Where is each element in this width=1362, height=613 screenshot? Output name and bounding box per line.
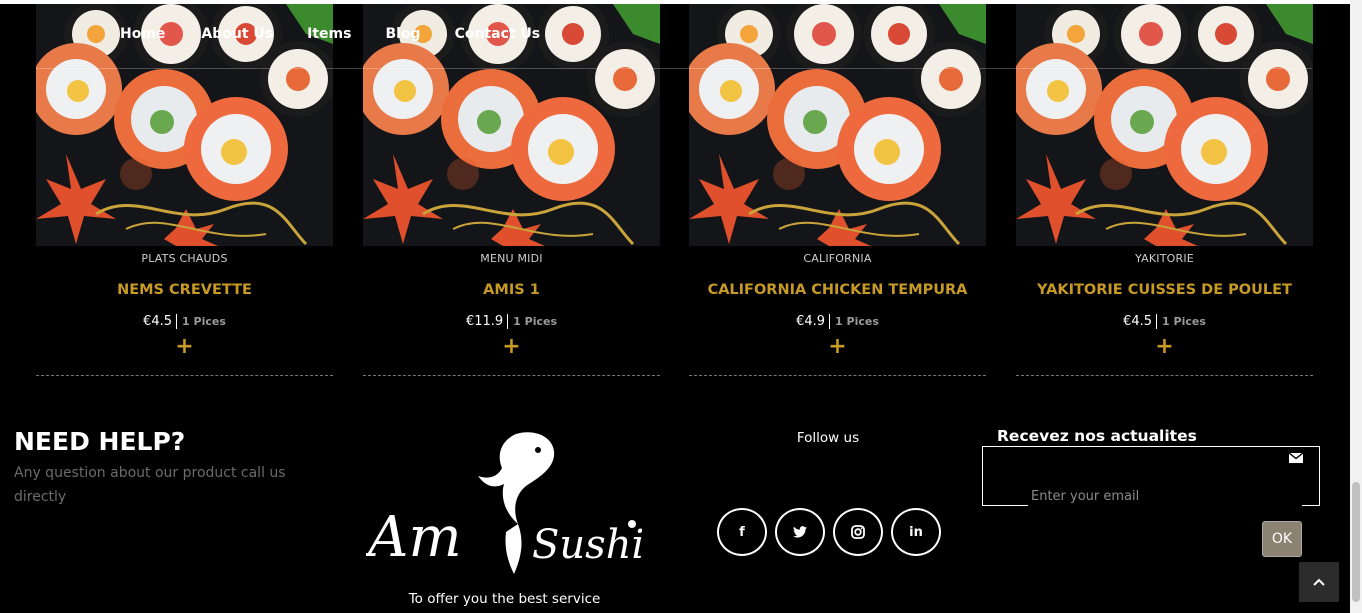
product-price: €11.9	[466, 314, 509, 329]
email-input[interactable]	[1028, 484, 1302, 508]
amis-sushi-logo[interactable]: Am Sushi	[363, 428, 644, 588]
product-image[interactable]	[689, 4, 986, 246]
nav-divider	[36, 68, 1312, 69]
product-pieces: 1 Pices	[513, 315, 558, 328]
help-text: Any question about our product call us d…	[14, 465, 286, 505]
svg-text:Sushi: Sushi	[532, 522, 642, 568]
product-card: CALIFORNIA CALIFORNIA CHICKEN TEMPURA €4…	[689, 4, 986, 378]
svg-text:Am: Am	[366, 505, 462, 570]
tagline: To offer you the best service	[408, 591, 601, 607]
product-name[interactable]: CALIFORNIA CHICKEN TEMPURA	[689, 282, 986, 298]
envelope-icon	[1289, 453, 1303, 463]
price-row: €4.5 1 Pices	[36, 314, 333, 329]
instagram-icon[interactable]	[833, 508, 883, 556]
scrollbar-thumb[interactable]	[1352, 482, 1360, 602]
price-row: €4.9 1 Pices	[689, 314, 986, 329]
page-scrollbar[interactable]	[1350, 0, 1362, 613]
add-to-cart-icon[interactable]: +	[1016, 336, 1313, 358]
add-to-cart-icon[interactable]: +	[689, 336, 986, 358]
card-divider	[363, 375, 660, 376]
product-category: PLATS CHAUDS	[141, 252, 228, 265]
product-category: YAKITORIE	[1135, 252, 1194, 265]
help-title: NEED HELP?	[14, 427, 186, 456]
facebook-icon[interactable]: f	[717, 508, 767, 556]
price-row: €11.9 1 Pices	[363, 314, 660, 329]
nav-blog[interactable]: Blog	[385, 26, 420, 42]
card-divider	[689, 375, 986, 376]
nav-contact-us[interactable]: Contact Us	[455, 26, 541, 42]
card-divider	[36, 375, 333, 376]
product-price: €4.9	[796, 314, 831, 329]
nav-home[interactable]: Home	[120, 26, 165, 42]
product-pieces: 1 Pices	[835, 315, 879, 328]
price-row: €4.5 1 Pices	[1016, 314, 1313, 329]
product-pieces: 1 Pices	[1162, 315, 1206, 328]
newsletter-title: Recevez nos actualites	[997, 427, 1197, 445]
chevron-up-icon	[1313, 578, 1325, 586]
product-category: MENU MIDI	[480, 252, 543, 265]
linkedin-icon[interactable]: in	[891, 508, 941, 556]
twitter-icon[interactable]	[775, 508, 825, 556]
add-to-cart-icon[interactable]: +	[363, 336, 660, 358]
back-to-top-button[interactable]	[1299, 562, 1339, 602]
nav-about-us[interactable]: About Us	[201, 26, 273, 42]
nav-items[interactable]: Items	[307, 26, 351, 42]
main-nav: Home About Us Items Blog Contact Us	[120, 26, 576, 42]
subscribe-button[interactable]: OK	[1262, 521, 1302, 557]
add-to-cart-icon[interactable]: +	[36, 336, 333, 358]
product-name[interactable]: NEMS CREVETTE	[36, 282, 333, 298]
follow-us-label: Follow us	[796, 430, 860, 446]
product-card: YAKITORIE YAKITORIE CUISSES DE POULET €4…	[1016, 4, 1313, 378]
product-image[interactable]	[1016, 4, 1313, 246]
product-price: €4.5	[1123, 314, 1158, 329]
product-category: CALIFORNIA	[803, 252, 872, 265]
card-divider	[1016, 375, 1313, 376]
social-links: f in	[717, 508, 941, 556]
product-card: MENU MIDI AMIS 1 €11.9 1 Pices +	[363, 4, 660, 378]
product-card: PLATS CHAUDS NEMS CREVETTE €4.5 1 Pices …	[36, 4, 333, 378]
product-pieces: 1 Pices	[182, 315, 226, 328]
product-name[interactable]: YAKITORIE CUISSES DE POULET	[1016, 282, 1313, 298]
product-name[interactable]: AMIS 1	[363, 282, 660, 298]
product-price: €4.5	[143, 314, 178, 329]
